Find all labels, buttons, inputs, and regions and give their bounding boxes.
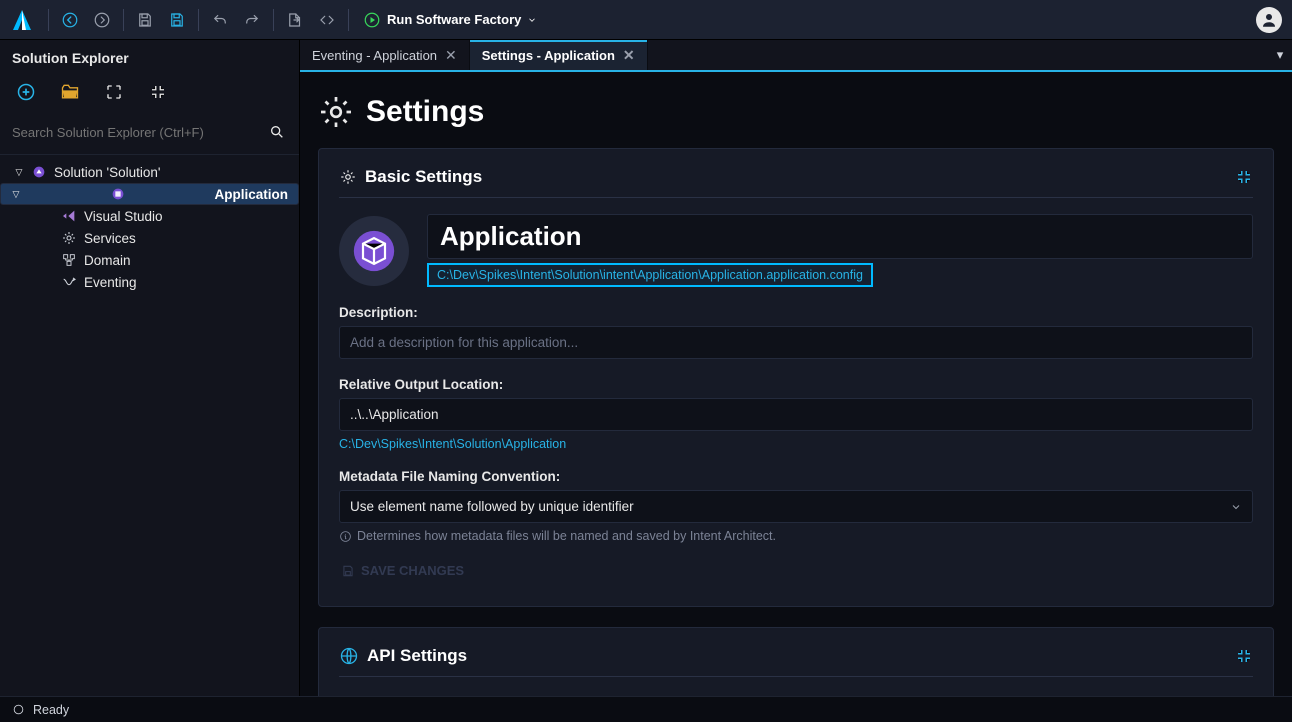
status-icon: [12, 703, 25, 716]
collapse-button[interactable]: [146, 80, 170, 104]
chevron-down-icon: [527, 15, 537, 25]
close-tab-icon[interactable]: ✕: [623, 47, 635, 64]
redo-button[interactable]: [237, 5, 267, 35]
services-icon: [60, 229, 78, 247]
solution-icon: [30, 163, 48, 181]
tree-services-node[interactable]: Services: [0, 227, 299, 249]
basic-settings-card: Basic Settings Application C:\Dev\Spikes…: [318, 148, 1274, 607]
open-folder-button[interactable]: [58, 80, 82, 104]
run-software-factory-button[interactable]: Run Software Factory: [355, 5, 545, 35]
solution-tree: ▽ Solution 'Solution' ▽ Application Visu…: [0, 155, 299, 696]
api-settings-card: API Settings: [318, 627, 1274, 696]
tree-eventing-node[interactable]: Eventing: [0, 271, 299, 293]
api-settings-heading: API Settings: [367, 646, 467, 666]
config-path-link[interactable]: C:\Dev\Spikes\Intent\Solution\intent\App…: [427, 263, 873, 287]
status-bar: Ready: [0, 696, 1292, 722]
user-avatar[interactable]: [1256, 7, 1282, 33]
tab-eventing[interactable]: Eventing - Application ✕: [300, 40, 470, 70]
search-button[interactable]: [263, 118, 291, 146]
solution-explorer-panel: Solution Explorer: [0, 40, 300, 696]
export-button[interactable]: [280, 5, 310, 35]
save-icon: [341, 564, 355, 578]
save-all-button[interactable]: [162, 5, 192, 35]
forward-button[interactable]: [87, 5, 117, 35]
application-badge-icon: [339, 216, 409, 286]
chevron-down-icon: [1230, 501, 1242, 513]
tree-solution-node[interactable]: ▽ Solution 'Solution': [0, 161, 299, 183]
tabs-overflow-button[interactable]: ▾: [1268, 40, 1292, 70]
app-logo: [10, 8, 34, 32]
collapse-card-button[interactable]: [1235, 647, 1253, 665]
tree-application-node[interactable]: ▽ Application: [0, 183, 299, 205]
eventing-icon: [60, 273, 78, 291]
relative-output-input[interactable]: [339, 398, 1253, 431]
code-button[interactable]: [312, 5, 342, 35]
status-text: Ready: [33, 703, 69, 717]
application-icon: [109, 185, 127, 203]
gear-icon: [339, 168, 357, 186]
description-label: Description:: [339, 305, 1253, 320]
add-button[interactable]: [14, 80, 38, 104]
close-tab-icon[interactable]: ✕: [445, 47, 457, 64]
page-title: Settings: [366, 95, 484, 129]
save-changes-button[interactable]: SAVE CHANGES: [339, 557, 466, 584]
collapse-card-button[interactable]: [1235, 168, 1253, 186]
visual-studio-icon: [60, 207, 78, 225]
run-label: Run Software Factory: [387, 12, 521, 27]
domain-icon: [60, 251, 78, 269]
search-input[interactable]: [8, 119, 259, 146]
settings-icon: [318, 94, 354, 130]
metadata-select[interactable]: Use element name followed by unique iden…: [339, 490, 1253, 523]
description-input[interactable]: [339, 326, 1253, 359]
resolved-path-link[interactable]: C:\Dev\Spikes\Intent\Solution\Applicatio…: [339, 437, 1253, 451]
application-name-input[interactable]: Application: [427, 214, 1253, 259]
metadata-label: Metadata File Naming Convention:: [339, 469, 1253, 484]
back-button[interactable]: [55, 5, 85, 35]
globe-icon: [339, 646, 359, 666]
settings-content: Settings Basic Settings: [300, 72, 1292, 696]
save-button[interactable]: [130, 5, 160, 35]
top-toolbar: Run Software Factory: [0, 0, 1292, 40]
editor-tabs: Eventing - Application ✕ Settings - Appl…: [300, 40, 1292, 72]
solution-explorer-toolbar: [0, 74, 299, 114]
tree-domain-node[interactable]: Domain: [0, 249, 299, 271]
expand-button[interactable]: [102, 80, 126, 104]
tree-visual-studio-node[interactable]: Visual Studio: [0, 205, 299, 227]
caret-icon: ▽: [11, 189, 21, 200]
relative-output-label: Relative Output Location:: [339, 377, 1253, 392]
basic-settings-heading: Basic Settings: [365, 167, 482, 187]
solution-explorer-title: Solution Explorer: [0, 40, 299, 74]
metadata-hint: Determines how metadata files will be na…: [339, 529, 1253, 543]
undo-button[interactable]: [205, 5, 235, 35]
caret-icon: ▽: [14, 167, 24, 178]
tab-settings[interactable]: Settings - Application ✕: [470, 40, 648, 70]
info-icon: [339, 530, 352, 543]
